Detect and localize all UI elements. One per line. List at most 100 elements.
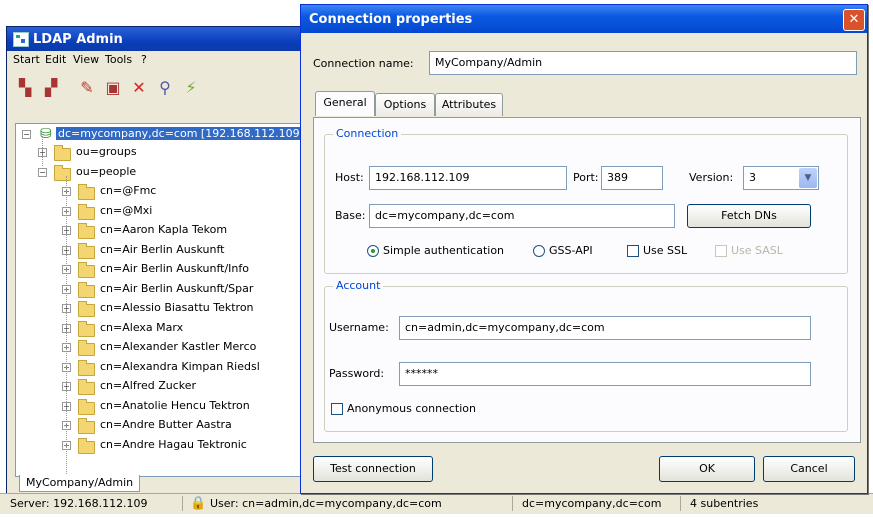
tree-node[interactable]: − ou=people: [16, 164, 306, 181]
tree-node-label: cn=Air Berlin Auskunft: [100, 242, 225, 256]
disconnect-icon[interactable]: ▞: [41, 78, 61, 98]
folder-icon: [78, 281, 95, 298]
connect-icon[interactable]: ▚: [15, 78, 35, 98]
tree-node[interactable]: + ou=groups: [16, 144, 306, 161]
menu-edit[interactable]: Edit: [45, 53, 66, 66]
collapse-icon[interactable]: −: [38, 167, 47, 177]
tree-node[interactable]: + cn=Andre Hagau Tektronic: [16, 437, 306, 454]
tree-root[interactable]: − ⛁ dc=mycompany,dc=com [192.168.112.109…: [16, 126, 306, 143]
main-title-bar: LDAP Admin: [7, 27, 315, 51]
cancel-button[interactable]: Cancel: [763, 456, 855, 482]
tab-attributes[interactable]: Attributes: [435, 93, 503, 116]
version-label: Version:: [689, 171, 734, 184]
status-base: dc=mycompany,dc=com: [522, 497, 662, 510]
tree-node[interactable]: + cn=Air Berlin Auskunft/Spar: [16, 281, 306, 298]
base-field[interactable]: dc=mycompany,dc=com: [369, 204, 675, 228]
ldap-app-icon: [13, 32, 29, 47]
account-group: Account Username: cn=admin,dc=mycompany,…: [324, 279, 848, 432]
tree-node[interactable]: + cn=Anatolie Hencu Tektron: [16, 398, 306, 415]
menu-view[interactable]: View: [73, 53, 99, 66]
close-icon[interactable]: ✕: [843, 9, 865, 31]
username-field[interactable]: cn=admin,dc=mycompany,dc=com: [399, 316, 811, 340]
properties-icon[interactable]: ▣: [103, 78, 123, 98]
collapse-icon[interactable]: −: [22, 130, 31, 139]
delete-icon[interactable]: ✕: [129, 78, 149, 98]
connection-tab-strip: MyCompany/Admin: [15, 475, 175, 493]
tree-node[interactable]: + cn=Alessio Biasattu Tektron: [16, 300, 306, 317]
dialog-title-bar: Connection properties ✕: [301, 5, 867, 33]
tree-node-label: cn=Andre Hagau Tektronic: [100, 437, 247, 451]
search-icon[interactable]: ⚲: [155, 78, 175, 98]
tree-node[interactable]: + cn=@Mxi: [16, 203, 306, 220]
folder-icon: [54, 145, 71, 161]
tab-general[interactable]: General: [315, 91, 375, 116]
gss-api-radio[interactable]: [533, 245, 545, 257]
use-ssl-label: Use SSL: [643, 244, 688, 257]
dialog-title: Connection properties: [309, 12, 473, 27]
menu-bar: Start Edit View Tools ?: [7, 51, 315, 69]
tab-strip: General Options Attributes: [313, 91, 861, 117]
tree-node-label: cn=Alexandra Kimpan Riedsl: [100, 359, 260, 373]
tree-line: [66, 176, 67, 476]
folder-icon: [78, 340, 95, 356]
folder-icon: [78, 359, 95, 376]
folder-icon: [78, 379, 95, 395]
version-select[interactable]: 3 ▼: [743, 166, 819, 190]
username-label: Username:: [329, 321, 389, 334]
tree-node-label: cn=Andre Butter Aastra: [100, 418, 232, 431]
tree-node[interactable]: + cn=Alexander Kastler Merco: [16, 339, 306, 356]
status-server: Server: 192.168.112.109: [10, 497, 148, 510]
ok-button[interactable]: OK: [659, 456, 755, 482]
lightning-icon[interactable]: ⚡: [181, 78, 201, 98]
tab-connection[interactable]: MyCompany/Admin: [19, 475, 141, 492]
connection-name-field[interactable]: MyCompany/Admin: [429, 51, 857, 75]
status-subentries: 4 subentries: [690, 497, 759, 510]
tab-options[interactable]: Options: [375, 93, 435, 116]
status-bar: Server: 192.168.112.109 🔒 User: cn=admin…: [0, 493, 873, 514]
menu-start[interactable]: Start: [13, 53, 40, 66]
menu-tools[interactable]: Tools: [105, 53, 132, 66]
tree-node[interactable]: + cn=Andre Butter Aastra: [16, 417, 306, 434]
password-field[interactable]: ******: [399, 362, 811, 386]
menu-help[interactable]: ?: [141, 53, 147, 66]
folder-icon: [78, 320, 95, 337]
tab-panel-general: Connection Host: 192.168.112.109 Port: 3…: [313, 117, 861, 443]
host-field[interactable]: 192.168.112.109: [369, 166, 567, 190]
tree-root-label: dc=mycompany,dc=com [192.168.112.109]: [56, 127, 306, 140]
connection-group-label: Connection: [333, 127, 402, 140]
folder-icon: [78, 437, 95, 454]
tree-line: [42, 136, 43, 166]
folder-icon: [78, 262, 95, 278]
tree-node[interactable]: + cn=Alfred Zucker: [16, 378, 306, 395]
tree-node-label: cn=@Mxi: [100, 203, 153, 217]
simple-auth-radio[interactable]: [367, 245, 379, 257]
tree-node-label: cn=Alexander Kastler Merco: [100, 340, 257, 353]
tree-node[interactable]: + cn=Alexandra Kimpan Riedsl: [16, 359, 306, 376]
tree-node[interactable]: + cn=Air Berlin Auskunft/Info: [16, 261, 306, 278]
chevron-down-icon[interactable]: ▼: [799, 168, 817, 188]
folder-icon: [78, 203, 95, 220]
anonymous-checkbox[interactable]: [331, 403, 343, 415]
folder-icon: [78, 184, 95, 200]
tree-node-label: cn=Air Berlin Auskunft/Info: [100, 262, 249, 275]
account-group-label: Account: [333, 279, 384, 292]
tree-node[interactable]: + cn=@Fmc: [16, 183, 306, 200]
folder-icon: [78, 398, 95, 415]
tree-node-label: cn=Alexa Marx: [100, 320, 184, 334]
edit-icon[interactable]: ✎: [77, 78, 97, 98]
port-field[interactable]: 389: [601, 166, 663, 190]
folder-icon: [78, 223, 95, 239]
test-connection-button[interactable]: Test connection: [313, 456, 433, 482]
use-sasl-label: Use SASL: [731, 244, 783, 257]
use-ssl-checkbox[interactable]: [627, 245, 639, 257]
main-window-title: LDAP Admin: [33, 32, 123, 47]
tree-node-label: cn=Aaron Kapla Tekom: [100, 223, 228, 236]
tree-node[interactable]: + cn=Alexa Marx: [16, 320, 306, 337]
tree-node-label: ou=people: [76, 164, 137, 178]
fetch-dns-button[interactable]: Fetch DNs: [687, 204, 811, 228]
use-sasl-checkbox: [715, 245, 727, 257]
password-label: Password:: [329, 367, 385, 380]
tree-node[interactable]: + cn=Aaron Kapla Tekom: [16, 222, 306, 239]
tree-node[interactable]: + cn=Air Berlin Auskunft: [16, 242, 306, 259]
lock-icon: 🔒: [190, 496, 207, 511]
